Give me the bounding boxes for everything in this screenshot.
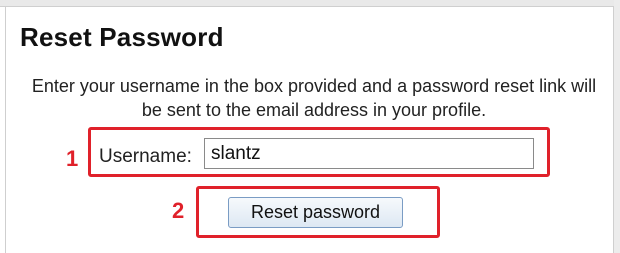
reset-password-panel: Reset Password Enter your username in th… (0, 0, 620, 253)
page-title: Reset Password (20, 22, 224, 52)
top-border (0, 0, 620, 7)
username-label: Username: (99, 146, 192, 167)
instructions-text: Enter your username in the box provided … (31, 76, 597, 120)
reset-password-button[interactable]: Reset password (228, 197, 403, 228)
left-border (5, 6, 6, 253)
step-2-marker: 2 (172, 198, 185, 223)
right-gutter (614, 0, 620, 253)
username-input[interactable] (204, 138, 534, 169)
step-1-marker: 1 (66, 146, 79, 171)
